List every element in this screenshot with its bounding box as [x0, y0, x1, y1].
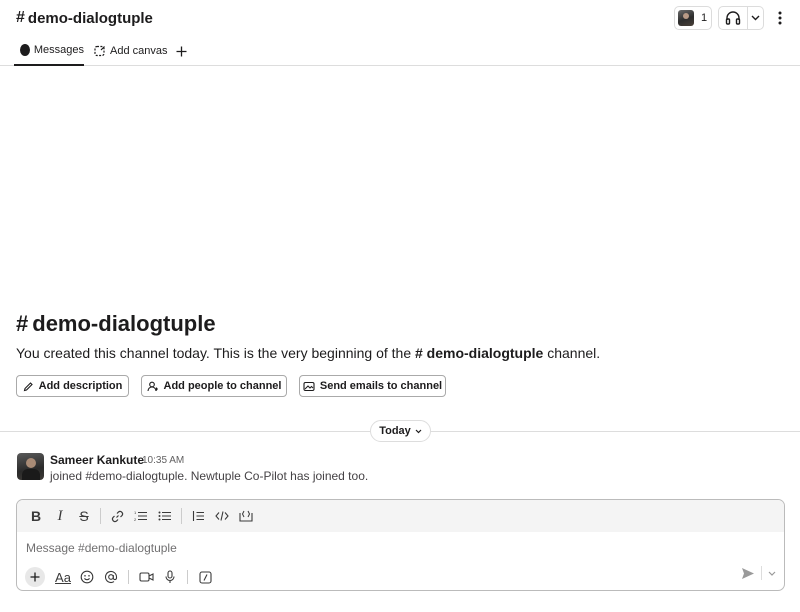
- add-description-button[interactable]: Add description: [16, 375, 129, 397]
- send-icon[interactable]: [741, 567, 755, 580]
- chevron-down-icon[interactable]: [748, 7, 763, 29]
- headphones-icon[interactable]: [719, 7, 747, 29]
- huddle-button[interactable]: [718, 6, 764, 30]
- chevron-down-icon: [415, 429, 422, 434]
- formatting-toolbar: B I S 12: [17, 500, 784, 532]
- link-icon[interactable]: [105, 505, 129, 527]
- add-person-icon: [146, 381, 159, 392]
- schedule-chevron-down-icon[interactable]: [768, 571, 776, 576]
- pencil-icon: [23, 381, 34, 392]
- code-icon[interactable]: [210, 505, 234, 527]
- message-text: joined #demo-dialogtuple. Newtuple Co-Pi…: [50, 469, 369, 483]
- tab-messages[interactable]: Messages: [14, 36, 84, 66]
- message-timestamp[interactable]: 10:35 AM: [142, 455, 184, 466]
- channel-tabs: Messages Add canvas: [0, 36, 800, 66]
- channel-header: # demo-dialogtuple 1: [0, 0, 800, 36]
- member-count: 1: [701, 12, 708, 24]
- intro-channel-name: demo-dialogtuple: [32, 311, 216, 336]
- message-author[interactable]: Sameer Kankute: [50, 453, 144, 467]
- message-composer: B I S 12 Aa: [16, 499, 785, 591]
- message-input[interactable]: [26, 538, 766, 558]
- emoji-icon[interactable]: [75, 566, 99, 588]
- composer-actions: Aa: [17, 564, 784, 590]
- formatting-toggle-button[interactable]: Aa: [51, 566, 75, 588]
- bulleted-list-icon[interactable]: [153, 505, 177, 527]
- intro-desc-text: You created this channel today. This is …: [16, 345, 415, 361]
- tab-label: Messages: [33, 44, 84, 56]
- message-bubble-icon: [20, 44, 30, 56]
- slash-command-icon[interactable]: [193, 566, 217, 588]
- send-emails-button[interactable]: Send emails to channel: [299, 375, 446, 397]
- plus-icon: [25, 567, 45, 587]
- button-label: Send emails to channel: [319, 380, 443, 392]
- format-label: Aa: [55, 569, 71, 585]
- add-people-button[interactable]: Add people to channel: [141, 375, 287, 397]
- microphone-icon[interactable]: [158, 566, 182, 588]
- svg-text:1: 1: [134, 510, 137, 515]
- button-label: Add people to channel: [163, 380, 282, 392]
- channel-title[interactable]: # demo-dialogtuple: [16, 9, 153, 27]
- blockquote-icon[interactable]: [186, 505, 210, 527]
- canvas-icon: [94, 45, 106, 57]
- email-image-icon: [303, 381, 315, 392]
- intro-desc-tail: channel.: [543, 345, 601, 361]
- avatar[interactable]: [17, 453, 44, 480]
- members-button[interactable]: 1: [674, 6, 712, 30]
- tab-label: Add canvas: [110, 45, 168, 57]
- member-avatar: [678, 10, 694, 26]
- date-label: Today: [379, 425, 411, 437]
- send-controls: [741, 566, 776, 580]
- attach-plus-button[interactable]: [23, 566, 47, 588]
- channel-name: demo-dialogtuple: [27, 9, 153, 27]
- video-icon[interactable]: [134, 566, 158, 588]
- channel-intro-description: You created this channel today. This is …: [16, 345, 600, 361]
- date-divider-button[interactable]: Today: [370, 420, 431, 442]
- button-label: Add description: [38, 380, 123, 392]
- hash-icon: #: [16, 311, 29, 336]
- italic-icon[interactable]: I: [48, 505, 72, 527]
- bold-icon[interactable]: B: [24, 505, 48, 527]
- channel-intro-title: # demo-dialogtuple: [16, 311, 216, 337]
- more-options-icon[interactable]: [772, 8, 788, 28]
- intro-channel-link[interactable]: # demo-dialogtuple: [415, 345, 543, 361]
- strikethrough-icon[interactable]: S: [72, 505, 96, 527]
- code-block-icon[interactable]: [234, 505, 258, 527]
- tab-add-canvas[interactable]: Add canvas: [94, 36, 167, 66]
- add-tab-plus-icon[interactable]: [173, 36, 189, 66]
- channel-hash-icon: #: [16, 9, 25, 26]
- mention-icon[interactable]: [99, 566, 123, 588]
- ordered-list-icon[interactable]: 12: [129, 505, 153, 527]
- svg-text:2: 2: [134, 517, 137, 522]
